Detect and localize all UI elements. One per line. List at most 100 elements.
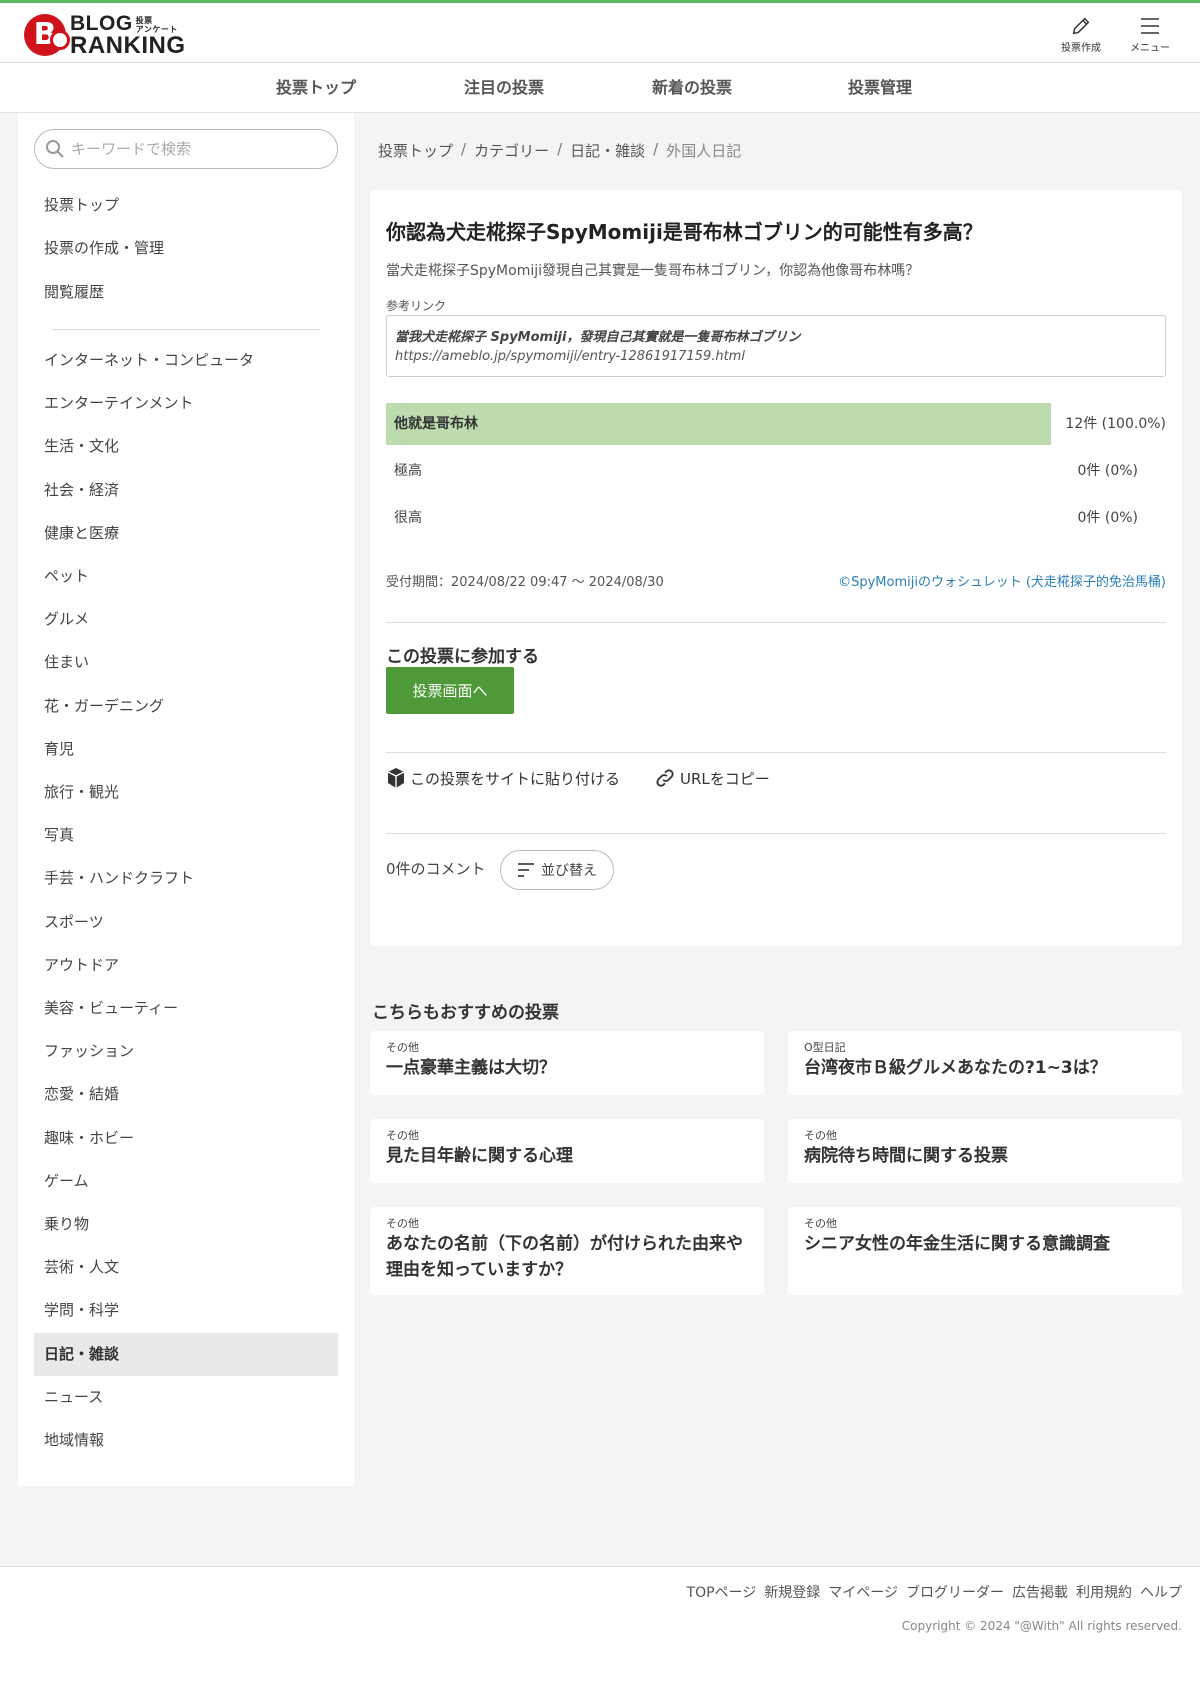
sidebar-category-item[interactable]: 生活・文化	[34, 425, 338, 468]
poll-author-link[interactable]: ©SpyMomijiのウォシュレット (犬走椛探子的免治馬桶)	[838, 571, 1166, 590]
recommend-card[interactable]: その他 病院待ち時間に関する投票	[788, 1119, 1182, 1183]
footer-link-ads[interactable]: 広告掲載	[1012, 1582, 1068, 1602]
sidebar-category-item[interactable]: 日記・雑談	[34, 1332, 338, 1376]
breadcrumb-top[interactable]: 投票トップ	[378, 140, 453, 161]
nav-item-top[interactable]: 投票トップ	[276, 63, 356, 113]
footer: TOPページ 新規登録 マイページ ブログリーダー 広告掲載 利用規約 ヘルプ …	[0, 1566, 1200, 1685]
footer-link-help[interactable]: ヘルプ	[1140, 1582, 1182, 1602]
nav-item-featured[interactable]: 注目の投票	[464, 63, 544, 113]
poll-option-count: 12件 (100.0%)	[1065, 416, 1166, 432]
sidebar-category-item[interactable]: 育児	[34, 728, 338, 771]
recommend-card[interactable]: その他 シニア女性の年金生活に関する意識調査	[788, 1207, 1182, 1295]
footer-link-terms[interactable]: 利用規約	[1076, 1582, 1132, 1602]
divider	[386, 622, 1166, 623]
sidebar-category-item[interactable]: ゲーム	[34, 1160, 338, 1203]
sidebar-category-item[interactable]: 恋愛・結婚	[34, 1073, 338, 1116]
join-title: この投票に参加する	[386, 647, 539, 667]
sidebar-category-item[interactable]: 趣味・ホビー	[34, 1117, 338, 1160]
recommend-card-title: あなたの名前（下の名前）が付けられた由来や理由を知っていますか？	[386, 1234, 743, 1280]
sidebar-category-item[interactable]: ファッション	[34, 1030, 338, 1073]
sidebar-category-item[interactable]: 学問・科学	[34, 1289, 338, 1332]
sidebar-category-item[interactable]: ニュース	[34, 1376, 338, 1419]
recommend-card[interactable]: O型日記 台湾夜市Ｂ級グルメあなたの?1~3は？	[788, 1031, 1182, 1095]
footer-links: TOPページ 新規登録 マイページ ブログリーダー 広告掲載 利用規約 ヘルプ	[687, 1582, 1182, 1602]
sidebar-item-create-manage[interactable]: 投票の作成・管理	[34, 227, 338, 270]
pencil-icon	[1051, 13, 1111, 39]
vote-button[interactable]: 投票画面へ	[386, 667, 514, 714]
recommend-category: その他	[804, 1217, 837, 1230]
footer-link-blogreader[interactable]: ブログリーダー	[906, 1582, 1004, 1602]
sidebar-category-item[interactable]: 旅行・観光	[34, 771, 338, 814]
reference-link-title: 當我犬走椛探子 SpyMomiji，發現自己其實就是一隻哥布林ゴブリン	[395, 330, 801, 345]
embed-poll-button[interactable]: この投票をサイトに貼り付ける	[386, 764, 620, 792]
footer-link-mypage[interactable]: マイページ	[828, 1582, 898, 1602]
recommend-card[interactable]: その他 あなたの名前（下の名前）が付けられた由来や理由を知っていますか？	[370, 1207, 764, 1295]
poll-option-count: 0件 (0%)	[1077, 463, 1139, 479]
site-logo[interactable]: B BLOG 投票 アンケート RANKING	[24, 12, 186, 58]
search-input[interactable]	[71, 140, 321, 158]
create-poll-label: 投票作成	[1061, 43, 1101, 54]
poll-option-label: 很高	[394, 510, 422, 526]
nav-item-manage[interactable]: 投票管理	[848, 63, 912, 113]
search-box	[34, 129, 338, 169]
recommend-card-title: 見た目年齢に関する心理	[386, 1146, 573, 1166]
sidebar-category-item[interactable]: 写真	[34, 814, 338, 857]
breadcrumb-category[interactable]: カテゴリー	[474, 140, 549, 161]
sidebar-category-item[interactable]: 花・ガーデニング	[34, 685, 338, 728]
sort-icon	[518, 863, 534, 877]
sidebar-category-item[interactable]: 地域情報	[34, 1419, 338, 1462]
sidebar-category-item[interactable]: 美容・ビューティー	[34, 987, 338, 1030]
create-poll-button[interactable]: 投票作成	[1051, 13, 1111, 54]
header: B BLOG 投票 アンケート RANKING 投票作成 メニュー	[0, 0, 1200, 63]
breadcrumb-diary[interactable]: 日記・雑談	[570, 140, 645, 161]
logo-text-ranking: RANKING	[70, 31, 186, 59]
sidebar-category-item[interactable]: エンターテインメント	[34, 382, 338, 425]
hamburger-icon	[1120, 13, 1180, 39]
poll-option: 極高 0件 (0%)	[386, 450, 1166, 492]
sidebar-category-item[interactable]: 健康と医療	[34, 512, 338, 555]
poll-description: 當犬走椛探子SpyMomiji發現自己其實是一隻哥布林ゴブリン，你認為他像哥布林…	[386, 263, 920, 279]
recommend-card-title: 台湾夜市Ｂ級グルメあなたの?1~3は？	[804, 1058, 1107, 1078]
sort-button[interactable]: 並び替え	[500, 850, 614, 890]
nav-item-new[interactable]: 新着の投票	[652, 63, 732, 113]
sidebar-category-item[interactable]: 住まい	[34, 641, 338, 684]
sidebar-item-top[interactable]: 投票トップ	[34, 184, 338, 227]
sidebar-category-item[interactable]: アウトドア	[34, 944, 338, 987]
poll-option: 很高 0件 (0%)	[386, 497, 1166, 539]
sidebar-category-item[interactable]: スポーツ	[34, 901, 338, 944]
recommend-card-title: 病院待ち時間に関する投票	[804, 1146, 1008, 1166]
poll-option-label: 極高	[394, 463, 422, 479]
recommend-card-title: シニア女性の年金生活に関する意識調査	[804, 1234, 1110, 1254]
search-icon	[46, 140, 64, 158]
reference-link-box[interactable]: 當我犬走椛探子 SpyMomiji，發現自己其實就是一隻哥布林ゴブリン http…	[386, 315, 1166, 377]
poll-period: 受付期間：2024/08/22 09:47 〜 2024/08/30	[386, 575, 664, 590]
box-icon	[387, 768, 405, 788]
footer-link-register[interactable]: 新規登録	[764, 1582, 820, 1602]
breadcrumb: 投票トップ / カテゴリー / 日記・雑談 / 外国人日記	[378, 140, 742, 161]
sidebar-category-item[interactable]: グルメ	[34, 598, 338, 641]
poll-card: 你認為犬走椛探子SpyMomiji是哥布林ゴブリン的可能性有多高？ 當犬走椛探子…	[370, 190, 1182, 946]
poll-title: 你認為犬走椛探子SpyMomiji是哥布林ゴブリン的可能性有多高？	[386, 220, 983, 244]
sidebar-category-item[interactable]: 乗り物	[34, 1203, 338, 1246]
main-nav: 投票トップ 注目の投票 新着の投票 投票管理	[0, 63, 1200, 113]
poll-option: 他就是哥布林 12件 (100.0%)	[386, 403, 1166, 445]
divider	[386, 752, 1166, 753]
sidebar-category-item[interactable]: インターネット・コンピュータ	[34, 339, 338, 382]
reference-link-label: 参考リンク	[386, 299, 447, 313]
comment-count: 0件のコメント	[386, 860, 486, 878]
poll-option-label: 他就是哥布林	[394, 416, 478, 432]
sort-label: 並び替え	[541, 863, 597, 879]
sidebar: 投票トップ 投票の作成・管理 閲覧履歴 インターネット・コンピュータエンターテイ…	[18, 113, 354, 1486]
sidebar-category-item[interactable]: 手芸・ハンドクラフト	[34, 857, 338, 900]
footer-link-top[interactable]: TOPページ	[687, 1582, 757, 1602]
sidebar-category-item[interactable]: 社会・経済	[34, 469, 338, 512]
sidebar-item-history[interactable]: 閲覧履歴	[34, 271, 338, 314]
sidebar-category-item[interactable]: 芸術・人文	[34, 1246, 338, 1289]
copy-url-button[interactable]: URLをコピー	[654, 764, 770, 792]
copy-url-label: URLをコピー	[680, 769, 770, 788]
menu-button[interactable]: メニュー	[1120, 13, 1180, 54]
sidebar-category-item[interactable]: ペット	[34, 555, 338, 598]
recommend-card[interactable]: その他 一点豪華主義は大切？	[370, 1031, 764, 1095]
recommend-card[interactable]: その他 見た目年齢に関する心理	[370, 1119, 764, 1183]
recommend-title: こちらもおすすめの投票	[372, 1003, 559, 1023]
